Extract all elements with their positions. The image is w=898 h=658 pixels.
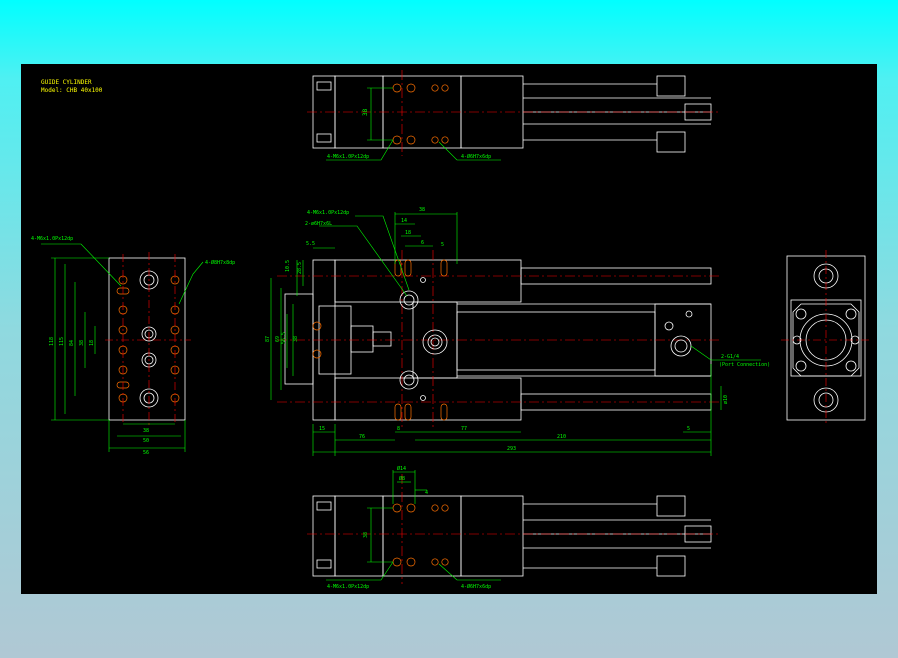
left-view-centerlines	[105, 252, 191, 426]
left-view	[108, 257, 186, 421]
side-dim-6: 6	[421, 240, 424, 246]
side-dim-5b: 5	[687, 426, 690, 432]
side-view-centerlines	[277, 250, 721, 428]
left-view-holes	[116, 275, 180, 403]
top-dim-38: 38	[362, 108, 369, 116]
left-dim-38: 38	[79, 340, 85, 346]
bottom-dim-4: 4	[425, 490, 428, 496]
bottom-dim-14: Ø14	[397, 465, 406, 472]
bottom-view-centerlines	[307, 474, 721, 584]
left-dim-18: 18	[89, 340, 95, 346]
left-note-right: 4-Ø8H7x8dp	[205, 259, 235, 266]
side-note-port: 2-G1/4	[721, 354, 739, 360]
left-note-left: 4-M6x1.0Px12dp	[31, 236, 73, 242]
top-view	[312, 75, 712, 153]
side-dim-5-5: 5.5	[306, 241, 315, 247]
side-dim-28-5: 28.5	[297, 262, 303, 274]
left-dim-115: 115	[59, 337, 65, 346]
cad-drawing: GUIDE CYLINDER Model: CHB 40x100 38 4-M6…	[31, 70, 871, 590]
side-view-circles	[399, 277, 693, 401]
cad-drawing-area: GUIDE CYLINDER Model: CHB 40x100 38 4-M6…	[21, 64, 877, 594]
side-dim-18: 18	[405, 230, 411, 236]
drawing-model: Model: CHB 40x100	[41, 87, 103, 94]
side-dim-phi10: ø10	[723, 395, 729, 404]
side-dim-87: 87	[265, 336, 271, 342]
side-dim-lines	[270, 212, 761, 456]
bottom-note-right: 4-Ø6H7x6dp	[461, 583, 491, 590]
side-dim-293: 293	[507, 446, 516, 452]
left-dim-84: 84	[69, 340, 75, 346]
left-dim-w38: 38	[143, 428, 149, 434]
top-view-centerlines	[307, 70, 721, 156]
top-note-right: 4-Ø6H7x6dp	[461, 153, 491, 160]
side-dim-5: 5	[441, 242, 444, 248]
bottom-note-left: 4-M6x1.0Px12dp	[327, 584, 369, 590]
side-note-pin: 2-ø6H7x6L	[305, 221, 332, 227]
right-view-centerlines	[781, 250, 871, 426]
side-dim-76: 76	[359, 434, 365, 440]
top-note-left: 4-M6x1.0Px12dp	[327, 154, 369, 160]
side-dim-38v: 38	[293, 336, 299, 342]
side-note-m6: 4-M6x1.0Px12dp	[307, 210, 349, 216]
side-dim-77: 77	[461, 426, 467, 432]
drawing-title: GUIDE CYLINDER	[41, 79, 92, 86]
side-dim-210: 210	[557, 434, 566, 440]
side-dim-8: 8	[397, 426, 400, 432]
side-dim-14: 14	[401, 218, 407, 224]
side-dim-38: 38	[419, 207, 425, 213]
side-dim-56-5: 56.5	[281, 332, 287, 344]
bottom-dim-38: 38	[363, 532, 369, 538]
left-dim-w56: 56	[143, 450, 149, 456]
side-dim-10-5: 10.5	[285, 260, 291, 272]
side-dim-15: 15	[319, 426, 325, 432]
side-note-port-sub: (Port Connection)	[719, 362, 770, 368]
bottom-view-holes	[392, 503, 449, 567]
left-dim-w50: 50	[143, 438, 149, 444]
bottom-dim-8: Ø8	[399, 475, 405, 482]
bottom-dim-lines	[326, 470, 501, 581]
left-dim-118: 118	[49, 337, 55, 346]
top-view-holes	[392, 83, 449, 145]
